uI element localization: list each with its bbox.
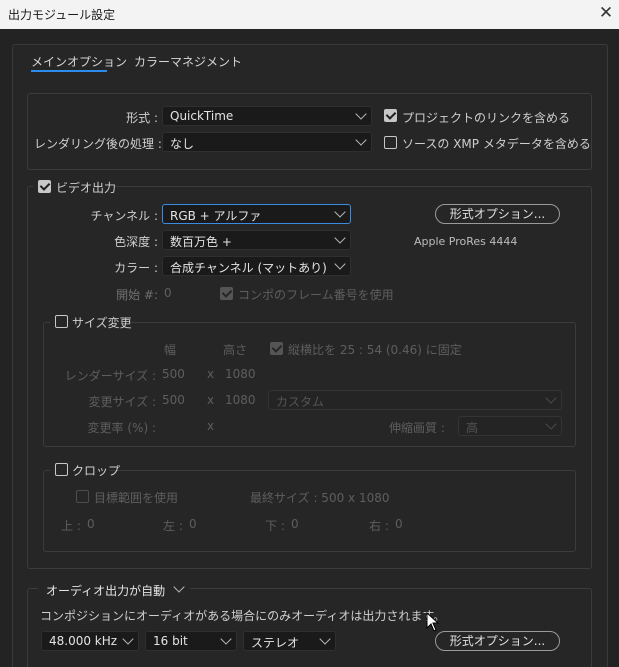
format-value: QuickTime [170, 109, 234, 123]
resize-pct-x: x [207, 419, 215, 433]
depth-value: 数百万色 + [170, 235, 232, 249]
format-dropdown[interactable]: QuickTime [162, 106, 372, 126]
tab-active-indicator [31, 70, 107, 72]
post-render-dropdown[interactable]: なし [162, 132, 372, 152]
audio-panel [27, 588, 592, 667]
codec-info: Apple ProRes 4444 [414, 235, 518, 248]
close-icon[interactable]: ✕ [596, 2, 616, 24]
quality-dropdown[interactable]: 高 [458, 416, 562, 436]
window-title: 出力モジュール設定 [8, 8, 116, 22]
chevron-down-icon [334, 258, 346, 270]
crop-panel [43, 470, 576, 552]
channel-value: RGB + アルファ [170, 209, 262, 223]
chevron-down-icon [334, 232, 346, 244]
crop-left-value[interactable]: 0 [189, 517, 197, 531]
audio-channels-dropdown[interactable]: ステレオ [243, 631, 336, 651]
include-project-link-checkbox[interactable] [384, 109, 397, 122]
resize-to-label: 変更サイズ : [88, 395, 157, 409]
use-comp-frame-checkbox[interactable] [220, 287, 233, 300]
crop-right-value[interactable]: 0 [395, 517, 403, 531]
use-comp-frame-label: コンポのフレーム番号を使用 [238, 288, 394, 302]
use-roi-label: 目標範囲を使用 [94, 491, 179, 505]
resize-pct-label: 変更率 (%) : [87, 421, 156, 435]
title-bar: 出力モジュール設定 ✕ [0, 0, 619, 29]
start-label: 開始 #: [116, 288, 158, 302]
resize-preset-dropdown[interactable]: カスタム [268, 390, 562, 410]
start-value[interactable]: 0 [164, 286, 172, 300]
video-format-options-button[interactable]: 形式オプション... [435, 204, 560, 224]
color-dropdown[interactable]: 合成チャンネル (マットあり) [162, 256, 351, 276]
use-roi-checkbox[interactable] [76, 490, 89, 503]
depth-dropdown[interactable]: 数百万色 + [162, 230, 351, 250]
channel-label: チャンネル : [90, 209, 159, 223]
audio-mode-dropdown[interactable]: オーディオ出力が自動 [38, 579, 190, 599]
crop-top-value[interactable]: 0 [87, 517, 95, 531]
audio-mode-value: オーディオ出力が自動 [46, 584, 166, 598]
resize-height[interactable]: 1080 [225, 393, 256, 407]
include-xmp-checkbox[interactable] [384, 136, 397, 149]
chevron-down-icon [355, 134, 367, 146]
resize-x: x [207, 393, 215, 407]
quality-label: 伸縮画質 : [389, 421, 445, 435]
crop-label: クロップ [72, 464, 121, 478]
format-label: 形式 : [126, 111, 158, 125]
video-output-label: ビデオ出力 [56, 181, 117, 195]
crop-right-label: 右 : [369, 519, 389, 533]
audio-rate-value: 48.000 kHz [49, 634, 118, 648]
chevron-down-icon [545, 418, 557, 430]
video-output-checkbox[interactable] [38, 180, 51, 193]
depth-label: 色深度 : [114, 235, 158, 249]
chevron-down-icon [220, 633, 232, 645]
audio-rate-dropdown[interactable]: 48.000 kHz [41, 631, 139, 651]
chevron-down-icon [319, 633, 331, 645]
resize-checkbox[interactable] [55, 315, 68, 328]
lock-aspect-checkbox[interactable] [270, 342, 283, 355]
chevron-down-icon [334, 206, 346, 218]
render-x: x [207, 367, 215, 381]
mouse-cursor-icon [426, 612, 440, 632]
crop-bottom-value[interactable]: 0 [291, 517, 299, 531]
audio-bits-dropdown[interactable]: 16 bit [145, 631, 237, 651]
render-height: 1080 [225, 367, 256, 381]
color-label: カラー : [114, 261, 158, 275]
tab-color-management[interactable]: カラーマネジメント [134, 53, 242, 70]
chevron-down-icon [122, 633, 134, 645]
render-width: 500 [162, 367, 185, 381]
resize-label: サイズ変更 [72, 316, 132, 330]
audio-format-options-button[interactable]: 形式オプション... [435, 631, 560, 651]
width-header: 幅 [164, 343, 177, 357]
tab-main-options[interactable]: メインオプション [31, 53, 127, 70]
resize-preset-value: カスタム [276, 395, 325, 409]
final-size: 最終サイズ : 500 x 1080 [250, 491, 390, 505]
audio-channels-value: ステレオ [251, 636, 300, 650]
audio-bits-value: 16 bit [153, 634, 188, 648]
resize-width[interactable]: 500 [162, 393, 185, 407]
audio-note: コンポジションにオーディオがある場合にのみオーディオは出力されます。 [40, 609, 446, 623]
chevron-down-icon [545, 392, 557, 404]
crop-checkbox[interactable] [55, 463, 68, 476]
crop-top-label: 上 : [61, 519, 81, 533]
color-value: 合成チャンネル (マットあり) [170, 261, 327, 275]
lock-aspect-label: 縦横比を 25 : 54 (0.46) に固定 [288, 343, 462, 357]
post-render-value: なし [170, 137, 195, 151]
quality-value: 高 [466, 421, 479, 435]
channel-dropdown[interactable]: RGB + アルファ [162, 204, 351, 224]
include-project-link-label: プロジェクトのリンクを含める [402, 111, 571, 125]
chevron-down-icon [173, 581, 185, 593]
height-header: 高さ [223, 343, 248, 357]
crop-left-label: 左 : [163, 519, 183, 533]
render-size-label: レンダーサイズ : [64, 369, 156, 383]
chevron-down-icon [355, 108, 367, 120]
crop-bottom-label: 下 : [265, 519, 285, 533]
include-xmp-label: ソースの XMP メタデータを含める [402, 137, 591, 151]
post-render-label: レンダリング後の処理 : [34, 137, 162, 151]
